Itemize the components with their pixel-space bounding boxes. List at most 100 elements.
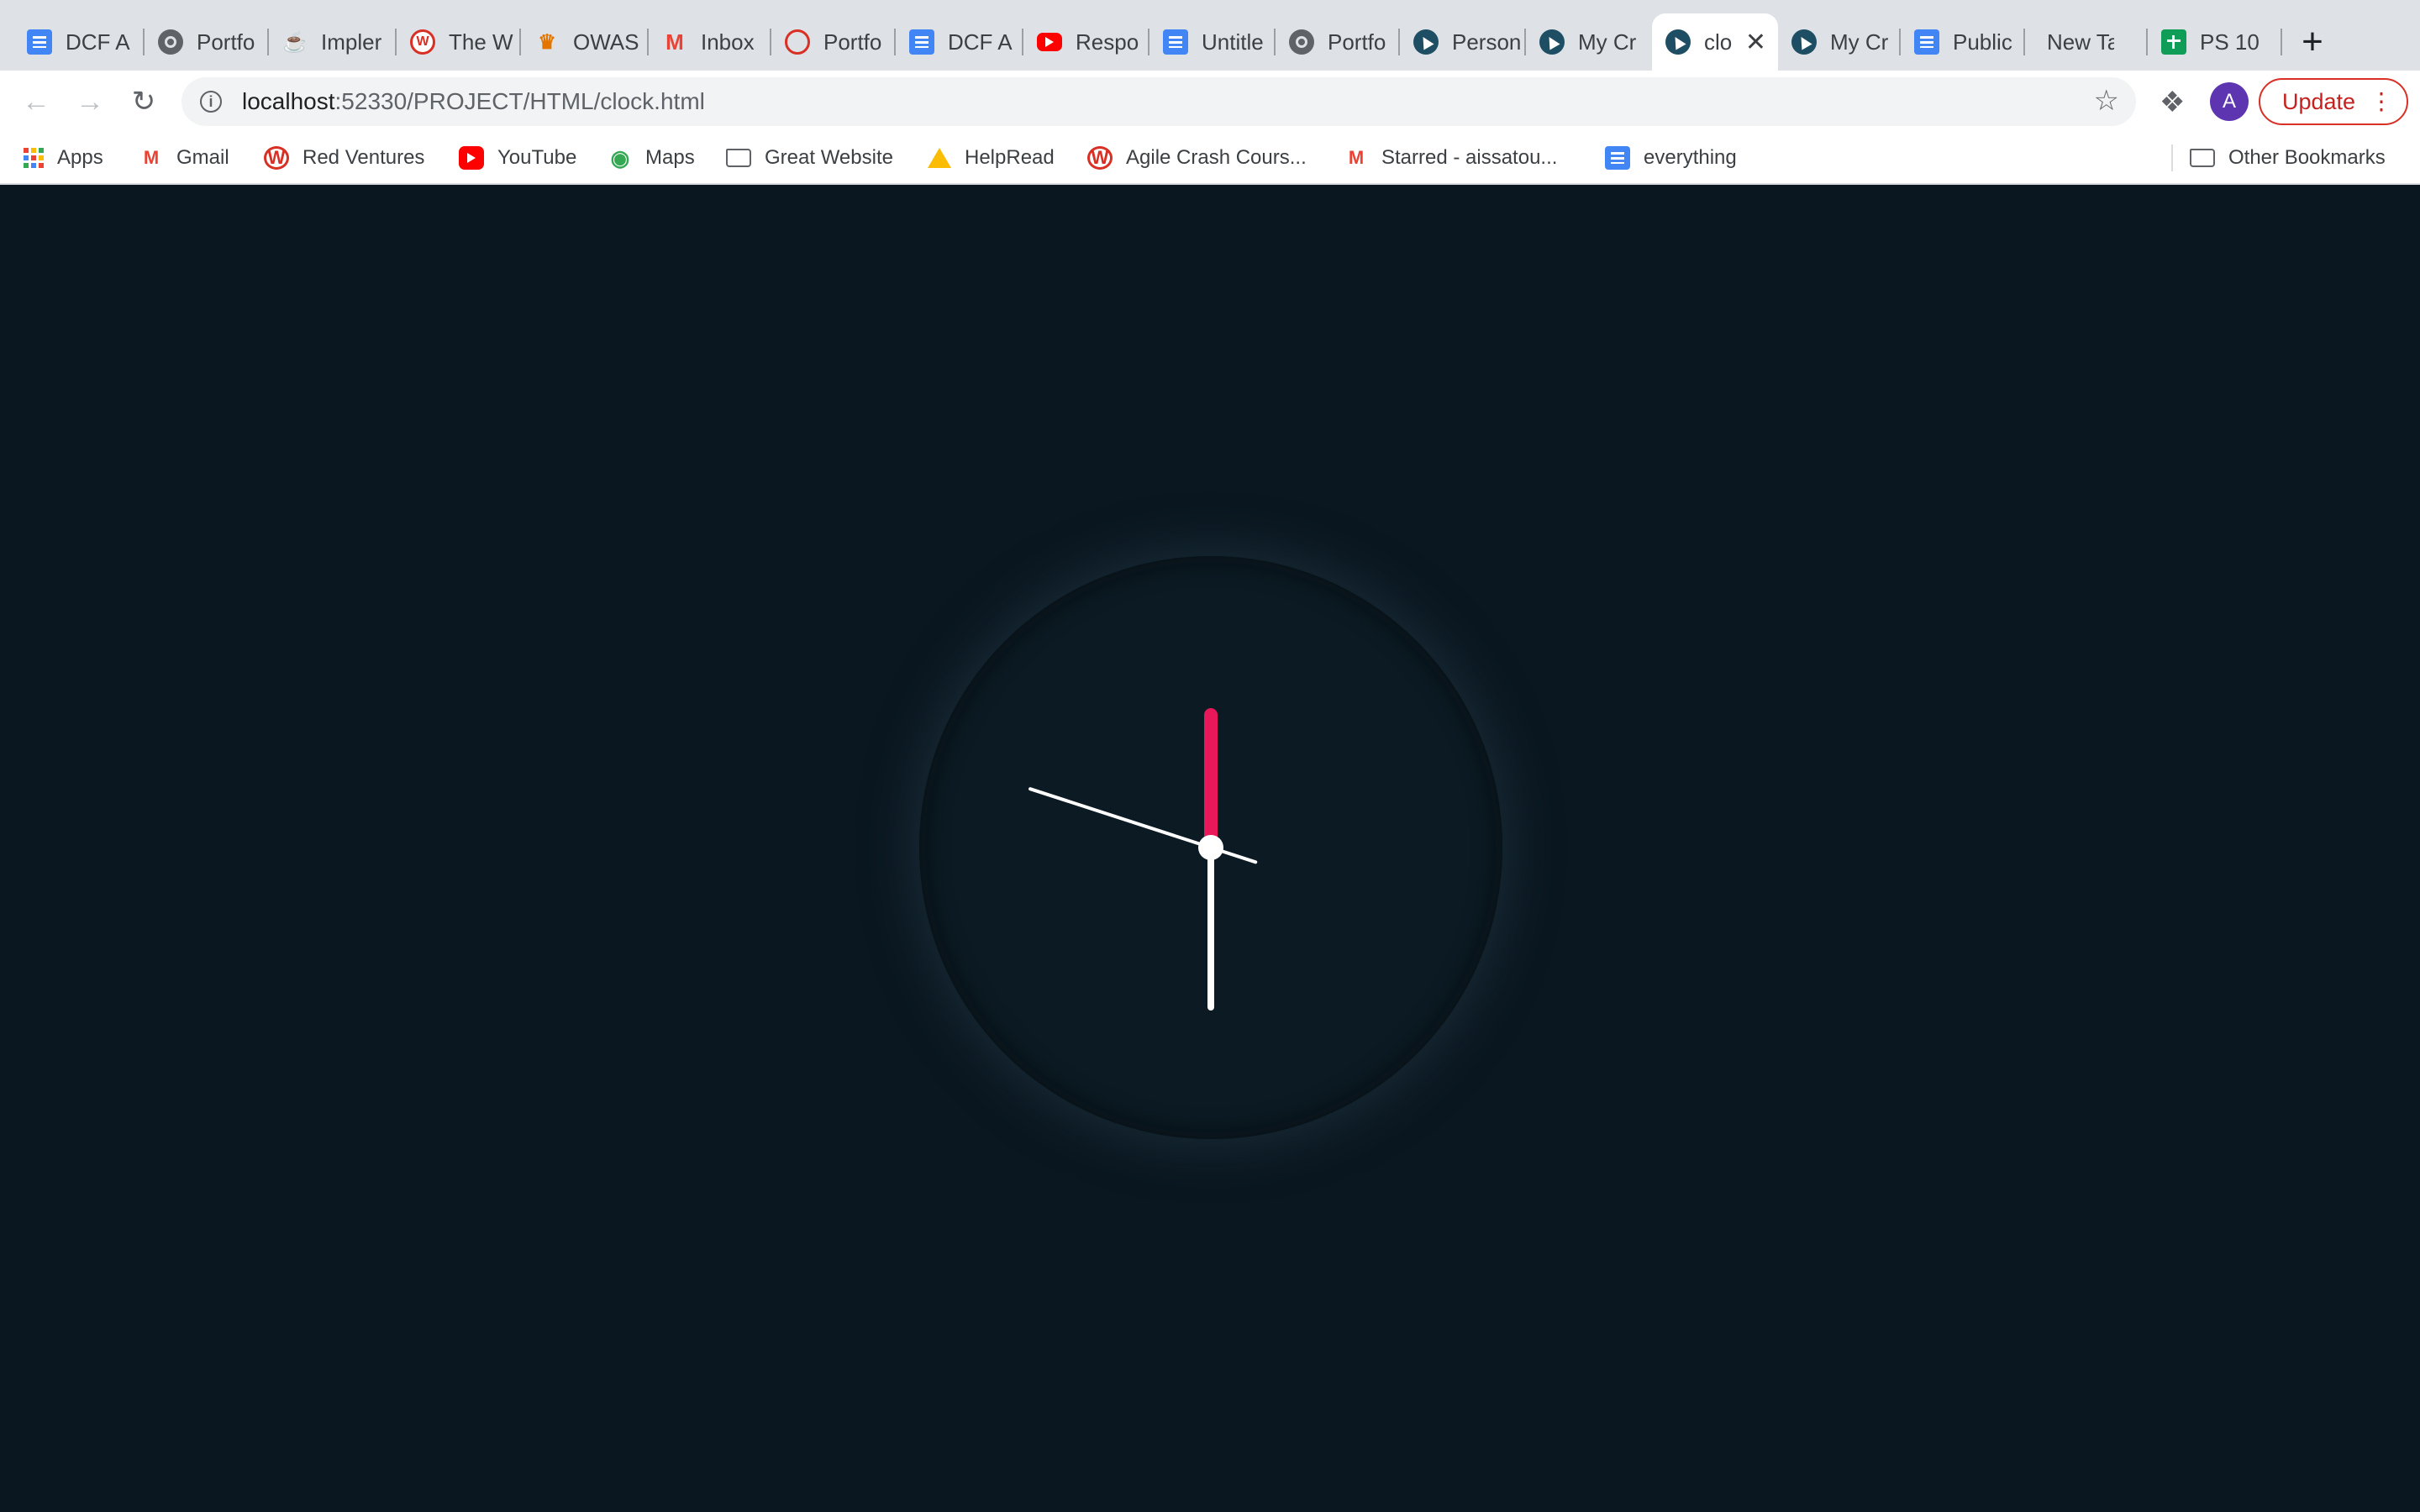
tab-title: Person xyxy=(1452,29,1522,55)
owasp-icon: ♛ xyxy=(538,30,556,54)
tab-title: Portfo xyxy=(1328,29,1386,55)
tab-title: DCF A xyxy=(948,29,1013,55)
globe-icon xyxy=(1289,29,1314,55)
tab-title: My Cr xyxy=(1578,29,1637,55)
update-button[interactable]: Update ⋮ xyxy=(2259,78,2408,125)
bookmark-item[interactable]: W Agile Crash Cours... xyxy=(1087,141,1307,175)
tab-strip: DCF A Portfo ☕ Impler W The W ♛ OWAS M Inbox Portf… xyxy=(0,0,2420,71)
apps-grid-icon xyxy=(24,148,44,168)
bookmark-label: Apps xyxy=(57,146,103,169)
google-docs-icon xyxy=(1914,29,1939,55)
cursor-icon xyxy=(1791,29,1817,55)
forward-arrow-icon[interactable]: → xyxy=(71,82,109,121)
gmail-icon: M xyxy=(666,29,684,55)
bookmark-item[interactable]: M Gmail xyxy=(139,141,229,175)
tab-2[interactable]: Portfo xyxy=(145,13,269,71)
tab-4[interactable]: W The W xyxy=(397,13,521,71)
tab-16[interactable]: Public xyxy=(1901,13,2025,71)
google-docs-icon xyxy=(1605,146,1630,170)
tab-3[interactable]: ☕ Impler xyxy=(269,13,397,71)
tab-title: Public xyxy=(1953,29,2012,55)
wordpress-icon: W xyxy=(264,146,289,170)
folder-icon xyxy=(2190,149,2215,167)
bookmarks-bar: Apps M Gmail W Red Ventures YouTube ◉ Maps Great… xyxy=(0,133,2420,185)
other-bookmarks[interactable]: Other Bookmarks xyxy=(2190,141,2386,175)
google-docs-icon xyxy=(1163,29,1188,55)
bookmark-label: HelpRead xyxy=(965,146,1055,169)
tab-title: Untitle xyxy=(1202,29,1264,55)
gmail-icon: M xyxy=(143,147,160,168)
bookmarks-divider xyxy=(2171,144,2173,171)
wordpress-icon: W xyxy=(410,29,435,55)
bookmark-item[interactable]: Apps xyxy=(24,141,103,175)
tab-14[interactable]: clo ✕ xyxy=(1652,13,1778,71)
bookmark-item[interactable]: YouTube xyxy=(459,141,576,175)
bookmark-label: Red Ventures xyxy=(302,146,425,169)
bookmark-item[interactable]: HelpRead xyxy=(928,141,1055,175)
tab-title: Portfo xyxy=(823,29,882,55)
bookmark-item[interactable]: W Red Ventures xyxy=(264,141,424,175)
tab-7[interactable]: Portfo xyxy=(771,13,896,71)
url-path: :52330/PROJECT/HTML/clock.html xyxy=(334,88,705,114)
tab-15[interactable]: My Cr xyxy=(1778,13,1901,71)
site-info-icon[interactable]: i xyxy=(200,91,222,113)
maps-pin-icon: ◉ xyxy=(610,144,630,171)
profile-avatar[interactable]: A xyxy=(2210,82,2249,121)
tab-18[interactable]: PS 10 xyxy=(2148,13,2282,71)
extensions-puzzle-icon[interactable]: ❖ xyxy=(2160,86,2185,119)
bookmark-item[interactable]: everything xyxy=(1605,141,1737,175)
folder-icon xyxy=(726,149,751,167)
tab-title: The W xyxy=(449,29,513,55)
update-label: Update xyxy=(2282,88,2356,114)
bookmark-label: Great Website xyxy=(765,146,893,169)
close-tab-icon[interactable]: ✕ xyxy=(1745,28,1766,57)
tab-8[interactable]: DCF A xyxy=(896,13,1023,71)
tab-separator xyxy=(2281,29,2282,55)
address-bar[interactable]: i localhost:52330/PROJECT/HTML/clock.htm… xyxy=(182,77,2136,126)
tab-6[interactable]: M Inbox xyxy=(649,13,771,71)
bookmark-label: Maps xyxy=(645,146,695,169)
bookmark-item[interactable]: Great Website xyxy=(726,141,893,175)
tab-9[interactable]: Respo xyxy=(1023,13,1150,71)
tab-17[interactable]: New Tab xyxy=(2025,13,2148,71)
tab-1[interactable]: DCF A xyxy=(13,13,145,71)
back-arrow-icon[interactable]: ← xyxy=(17,82,55,121)
bookmark-label: Agile Crash Cours... xyxy=(1126,146,1307,169)
tab-title: My Cr xyxy=(1830,29,1889,55)
url-host: localhost xyxy=(242,88,335,114)
bookmark-item[interactable]: ◉ Maps xyxy=(608,141,695,175)
globe-icon xyxy=(158,29,183,55)
gmail-icon: M xyxy=(1348,147,1365,168)
google-sheets-icon xyxy=(2161,29,2186,55)
google-docs-icon xyxy=(27,29,52,55)
bookmark-label: everything xyxy=(1644,146,1737,169)
tab-5[interactable]: ♛ OWAS xyxy=(521,13,649,71)
wordpress-icon: W xyxy=(1087,146,1113,170)
tab-12[interactable]: Person xyxy=(1400,13,1526,71)
tab-title: clo xyxy=(1704,29,1733,55)
url-text[interactable]: localhost:52330/PROJECT/HTML/clock.html xyxy=(242,88,705,115)
bookmark-label: Starred - aissatou... xyxy=(1381,146,1558,169)
cursor-icon xyxy=(1413,29,1439,55)
cursor-icon xyxy=(1665,29,1691,55)
google-docs-icon xyxy=(909,29,934,55)
reload-icon[interactable]: ↻ xyxy=(124,82,163,121)
bookmark-item[interactable]: M Starred - aissatou... xyxy=(1344,141,1558,175)
tab-title: DCF A xyxy=(66,29,130,55)
tab-title: Respo xyxy=(1076,29,1139,55)
tab-11[interactable]: Portfo xyxy=(1276,13,1400,71)
tab-13[interactable]: My Cr xyxy=(1526,13,1652,71)
clock-center-dot xyxy=(1198,835,1223,860)
drive-icon xyxy=(928,148,951,168)
browser-toolbar: ← → ↻ i localhost:52330/PROJECT/HTML/clo… xyxy=(0,71,2420,133)
more-menu-icon[interactable]: ⋮ xyxy=(2370,87,2393,117)
tab-10[interactable]: Untitle xyxy=(1150,13,1276,71)
youtube-icon xyxy=(459,146,484,170)
bookmark-star-icon[interactable]: ☆ xyxy=(2094,84,2119,118)
clock-hands xyxy=(1028,708,1258,1011)
new-tab-button[interactable]: + xyxy=(2294,17,2331,67)
clock-face xyxy=(919,556,1502,1139)
wheel-icon xyxy=(785,29,810,55)
bookmark-label: Gmail xyxy=(176,146,229,169)
tab-title: PS 10 xyxy=(2200,29,2260,55)
